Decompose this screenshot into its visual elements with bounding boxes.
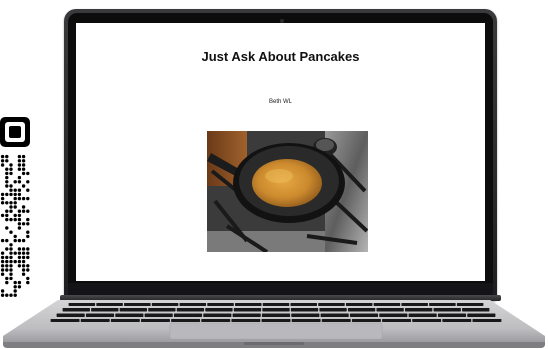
browser-viewport: Just Ask About Pancakes Beth WL xyxy=(76,23,485,281)
author-name: Beth WL xyxy=(268,99,292,105)
page-title: Just Ask About Pancakes xyxy=(201,49,360,64)
qr-code xyxy=(0,117,30,297)
pancake-photo xyxy=(207,131,368,252)
scene: Just Ask About Pancakes Beth WL xyxy=(0,0,548,349)
keyboard-deck xyxy=(3,300,545,348)
